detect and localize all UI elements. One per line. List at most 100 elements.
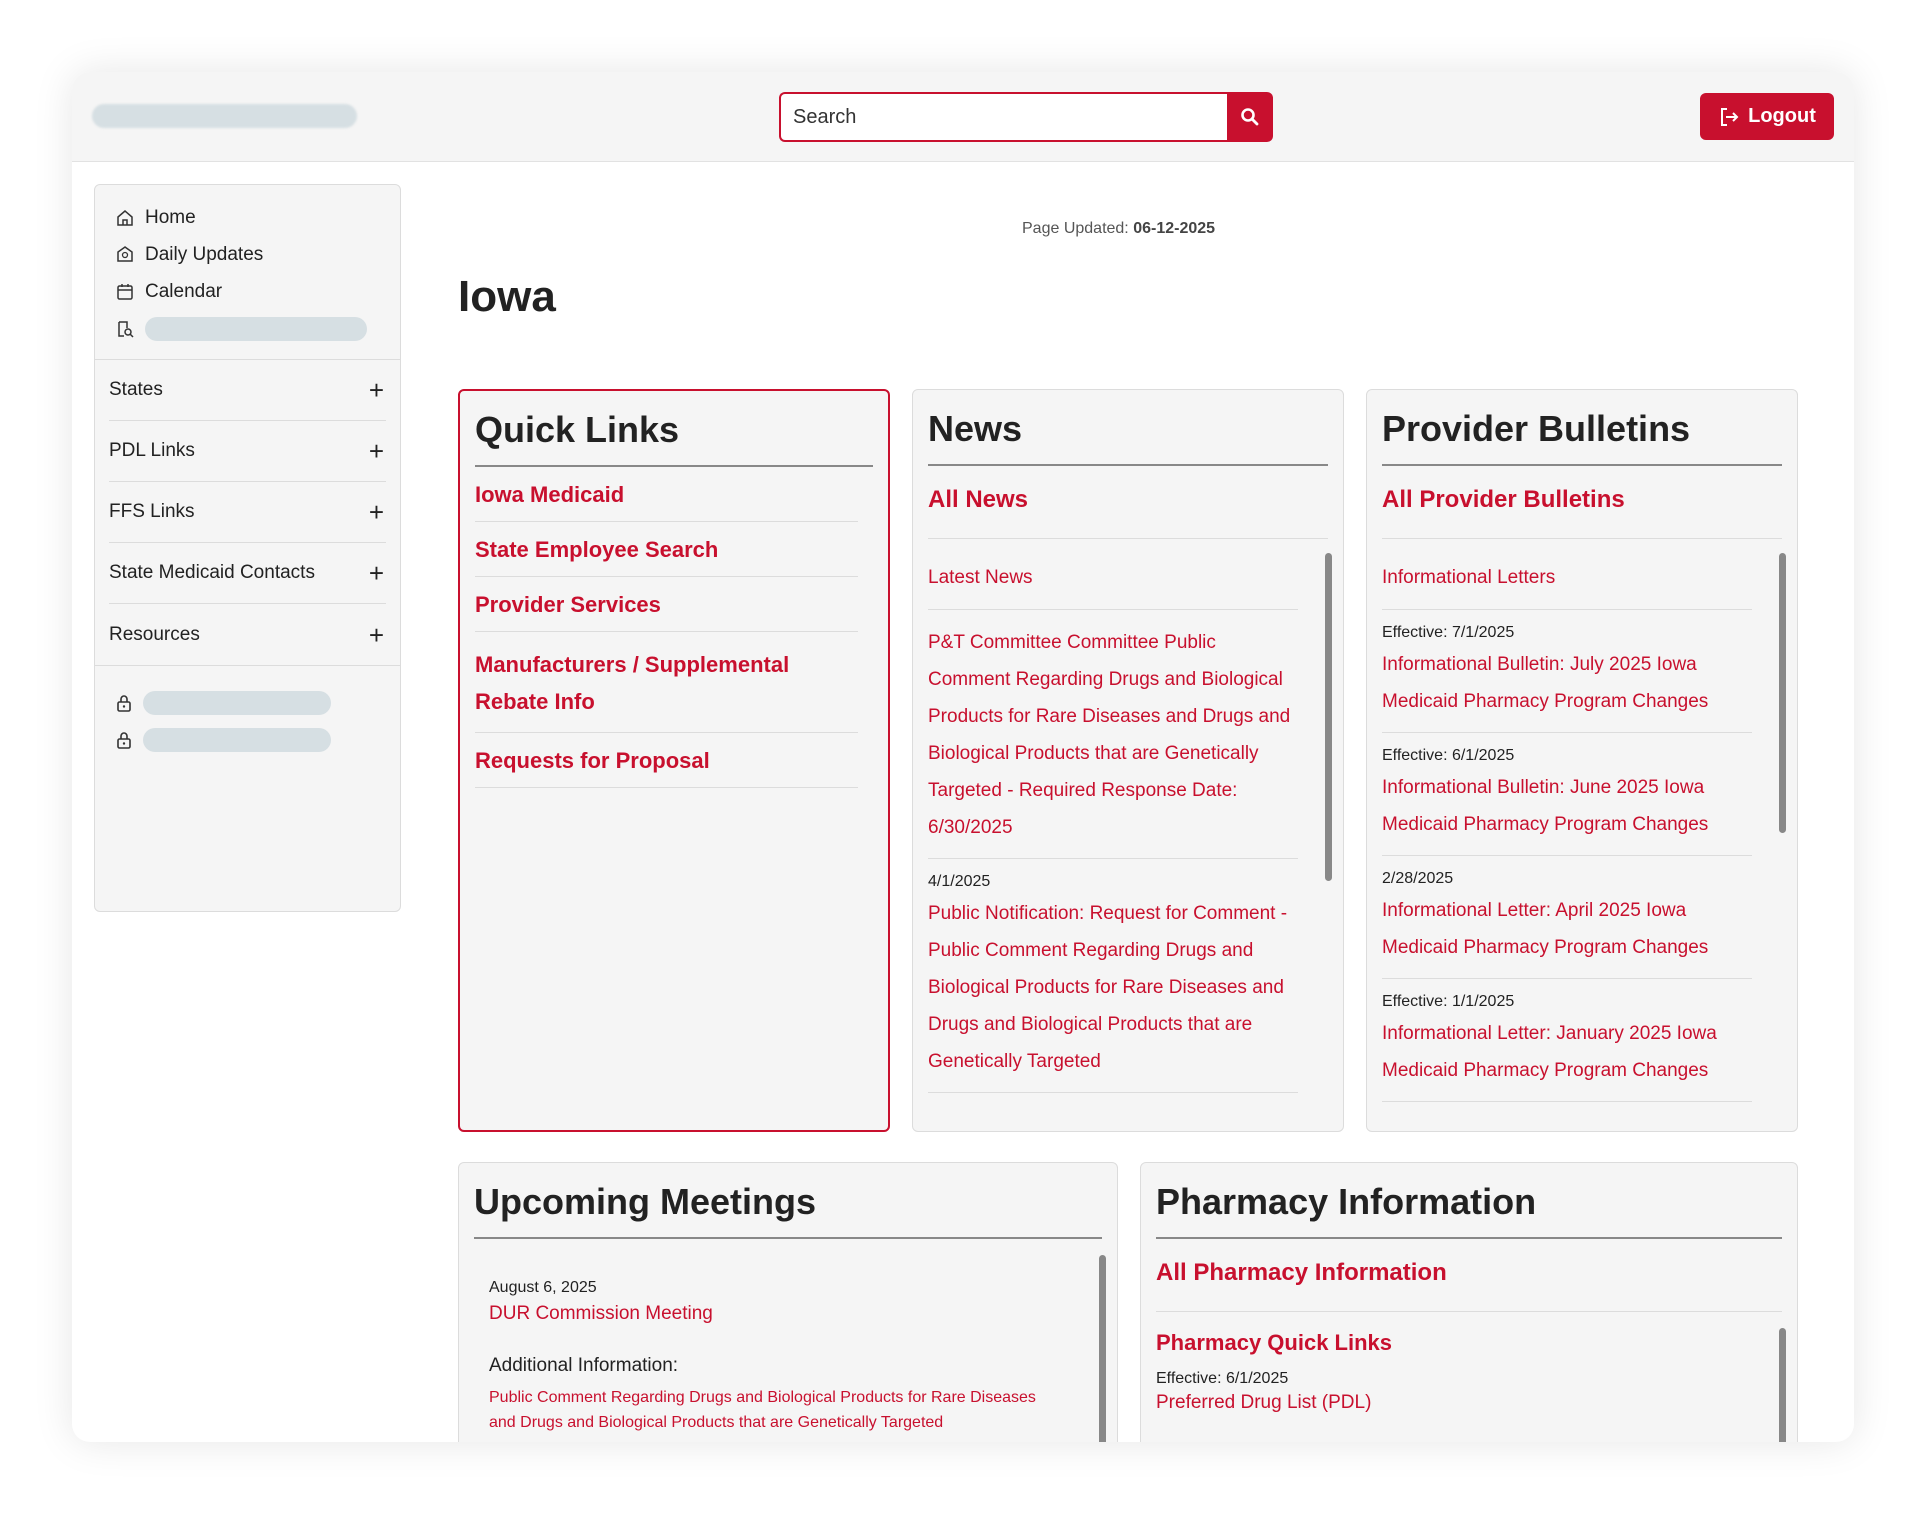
accordion-pdl-links[interactable]: PDL Links + [109,421,386,482]
page-updated: Page Updated: 06-12-2025 [1022,220,1215,238]
sidebar-item-daily-updates[interactable]: Daily Updates [95,236,400,273]
accordion-label: State Medicaid Contacts [109,562,315,583]
news-item-link[interactable]: Public Notification: Request for Comment… [928,895,1298,1080]
sidebar-locked-items [95,666,400,758]
sidebar-item-home[interactable]: Home [95,199,400,236]
bulletin-item: Effective: 7/1/2025 Informational Bullet… [1382,610,1752,733]
locked-item[interactable] [115,721,400,758]
plus-icon[interactable]: + [369,560,384,586]
badge-icon [117,245,133,262]
card-title: Upcoming Meetings [474,1163,1102,1239]
search-bar [779,92,1273,142]
card-title: Provider Bulletins [1382,390,1782,466]
all-pharmacy-information-link[interactable]: All Pharmacy Information [1156,1239,1782,1312]
search-input[interactable] [779,92,1227,142]
all-news-link[interactable]: All News [928,466,1328,539]
news-card: News All News Latest News P&T Committee … [912,389,1344,1132]
bulletin-date: Effective: 1/1/2025 [1382,993,1515,1010]
upcoming-meetings-card: Upcoming Meetings August 6, 2025 DUR Com… [458,1162,1118,1442]
page-title: Iowa [458,272,556,321]
quick-links-card: Quick Links Iowa Medicaid State Employee… [458,389,890,1132]
quick-link[interactable]: Iowa Medicaid [475,467,858,522]
accordion-ffs-links[interactable]: FFS Links + [109,482,386,543]
bulletin-link[interactable]: Informational Letter: April 2025 Iowa Me… [1382,892,1752,966]
sidebar-item-label: Daily Updates [145,243,264,265]
bulletin-date: Effective: 7/1/2025 [1382,624,1515,641]
bulletin-link[interactable]: Informational Bulletin: June 2025 Iowa M… [1382,769,1752,843]
bulletin-date: 2/28/2025 [1382,870,1454,887]
news-section-head[interactable]: Latest News [928,539,1298,610]
search-icon [1241,108,1259,126]
plus-icon[interactable]: + [369,377,384,403]
scrollbar-thumb[interactable] [1099,1255,1106,1442]
locked-item[interactable] [115,684,400,721]
logout-button[interactable]: Logout [1700,93,1834,140]
bulletin-link[interactable]: Informational Letter: January 2025 Iowa … [1382,1015,1752,1089]
quick-link[interactable]: Requests for Proposal [475,733,858,788]
sidebar-item-redacted[interactable] [95,310,400,347]
scrollbar-thumb[interactable] [1779,553,1786,833]
sidebar-item-calendar[interactable]: Calendar [95,273,400,310]
pharmacy-information-card: Pharmacy Information All Pharmacy Inform… [1140,1162,1798,1442]
news-item: 4/1/2025 Public Notification: Request fo… [928,859,1298,1093]
meeting-additional-label: Additional Information: [489,1355,679,1376]
meetings-feed: August 6, 2025 DUR Commission Meeting Ad… [474,1239,1106,1442]
plus-icon[interactable]: + [369,499,384,525]
bulletin-item: Effective: 6/1/2025 Informational Bullet… [1382,733,1752,856]
quick-link[interactable]: Provider Services [475,577,858,632]
accordion-label: FFS Links [109,501,195,522]
bulletin-item: 2/28/2025 Informational Letter: April 20… [1382,856,1752,979]
quick-links-list: Iowa Medicaid State Employee Search Prov… [475,467,858,788]
sidebar-item-label: Calendar [145,280,223,302]
pharmacy-feed: Pharmacy Quick Links Effective: 6/1/2025… [1156,1312,1786,1442]
calendar-icon [117,283,133,300]
top-bar: Logout [72,72,1854,162]
accordion-label: States [109,379,163,400]
page-updated-label: Page Updated: [1022,220,1129,237]
card-title: Quick Links [475,391,873,467]
pharmacy-date: Effective: 6/1/2025 [1156,1370,1289,1387]
logout-icon [1721,107,1739,126]
quick-link[interactable]: State Employee Search [475,522,858,577]
site-logo-redacted[interactable] [92,104,357,128]
pharmacy-quick-links-head[interactable]: Pharmacy Quick Links [1156,1330,1782,1356]
pharmacy-link[interactable]: Preferred Drug List (PDL) [1156,1392,1782,1414]
news-item-link[interactable]: P&T Committee Committee Public Comment R… [928,624,1298,846]
card-title: Pharmacy Information [1156,1163,1782,1239]
accordion-states[interactable]: States + [109,360,386,421]
all-provider-bulletins-link[interactable]: All Provider Bulletins [1382,466,1782,539]
home-icon [117,209,133,226]
accordion-label: Resources [109,623,200,645]
accordion-resources[interactable]: Resources + [109,604,386,665]
document-search-icon [118,320,134,338]
redacted-label [145,316,367,341]
meeting-additional-link[interactable]: Public Comment Regarding Drugs and Biolo… [489,1385,1062,1435]
sidebar-item-label: Home [145,206,196,228]
sidebar: Home Daily Updates Calendar States + PDL… [94,184,401,912]
bulletins-feed: Informational Letters Effective: 7/1/202… [1382,539,1786,1102]
sidebar-primary-nav: Home Daily Updates Calendar [95,185,400,360]
news-feed: Latest News P&T Committee Committee Publ… [928,539,1332,1093]
scrollbar-thumb[interactable] [1779,1328,1786,1442]
quick-link[interactable]: Manufacturers / Supplemental Rebate Info [475,632,858,733]
bulletin-date: Effective: 6/1/2025 [1382,747,1515,764]
sidebar-accordion: States + PDL Links + FFS Links + State M… [95,360,400,666]
lock-icon [117,731,131,749]
lock-icon [117,694,131,712]
news-item: P&T Committee Committee Public Comment R… [928,610,1298,859]
logout-label: Logout [1748,105,1816,127]
scrollbar-thumb[interactable] [1325,553,1332,881]
search-button[interactable] [1227,92,1273,142]
redacted-label [143,690,331,715]
meeting-link[interactable]: DUR Commission Meeting [489,1303,1062,1325]
bulletins-section-head[interactable]: Informational Letters [1382,539,1752,610]
accordion-state-medicaid-contacts[interactable]: State Medicaid Contacts + [109,543,386,604]
bulletin-link[interactable]: Informational Bulletin: July 2025 Iowa M… [1382,646,1752,720]
card-title: News [928,390,1328,466]
redacted-label [143,727,331,752]
plus-icon[interactable]: + [369,438,384,464]
bulletin-item: Effective: 1/1/2025 Informational Letter… [1382,979,1752,1102]
app-window: Logout Home Daily Updates Calendar [72,72,1854,1442]
plus-icon[interactable]: + [369,622,384,648]
provider-bulletins-card: Provider Bulletins All Provider Bulletin… [1366,389,1798,1132]
